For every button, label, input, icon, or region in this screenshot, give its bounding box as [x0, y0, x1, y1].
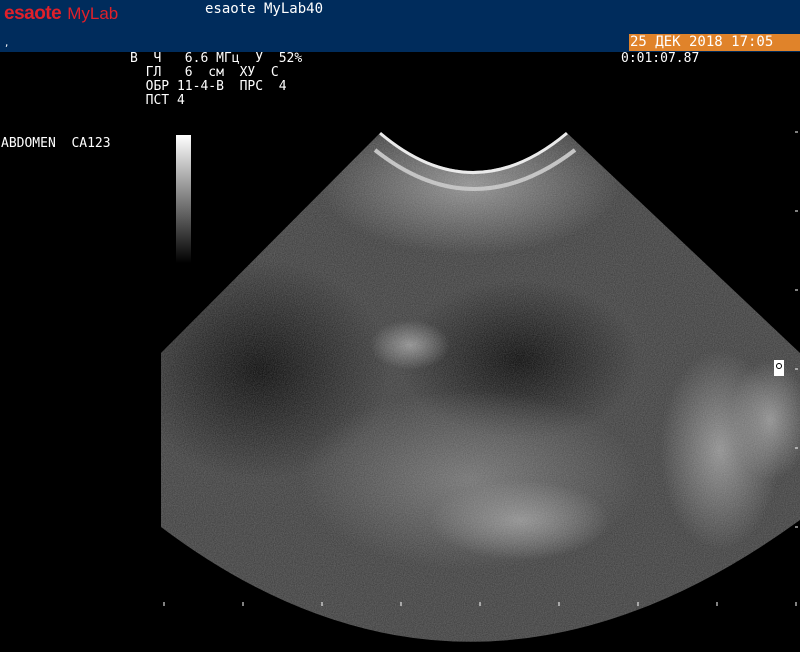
focus-marker-icon: [774, 360, 784, 376]
param-row-4: ПСТ 4: [130, 93, 185, 108]
elapsed-timer: 0:01:07.87: [621, 51, 700, 66]
param-row-2: ГЛ 6 см ХУ С: [130, 65, 279, 80]
param-row-3: ОБР 11-4-В ПРС 4: [130, 79, 287, 94]
param-row-1: В Ч 6.6 МГц У 52%: [130, 51, 303, 66]
exam-preset-label: ABDOMEN CA123: [1, 136, 111, 151]
ultrasound-sector-image: [161, 131, 800, 642]
acquisition-parameters: В Ч 6.6 МГц У 52% ГЛ 6 см ХУ С ОБР 11-4-…: [130, 52, 302, 108]
grayscale-bar: [176, 135, 191, 263]
